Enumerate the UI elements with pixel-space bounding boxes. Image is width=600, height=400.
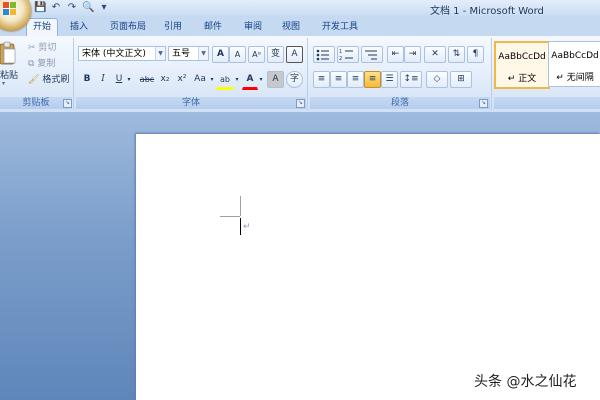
customize-dropdown-icon[interactable]: ▾: [98, 2, 110, 14]
clear-format-button[interactable]: Aᵅ: [248, 46, 265, 63]
copy-icon: ⧉: [28, 59, 35, 69]
save-icon[interactable]: 💾: [34, 2, 46, 14]
chevron-down-icon: ▼: [198, 47, 208, 60]
paragraph-launcher-icon[interactable]: ↘: [479, 99, 488, 108]
tab-page-layout[interactable]: 页面布局: [104, 19, 152, 35]
paragraph-mark: ↵: [243, 222, 251, 232]
numbering-icon[interactable]: 12: [337, 46, 359, 63]
strikethrough-button[interactable]: abc: [137, 71, 157, 88]
margin-marker: [240, 196, 241, 216]
show-marks-icon[interactable]: ¶: [467, 46, 484, 63]
print-preview-icon[interactable]: 🔍: [82, 2, 94, 14]
italic-button[interactable]: I: [96, 71, 110, 88]
multilevel-list-icon[interactable]: [361, 46, 383, 63]
font-name-select[interactable]: 宋体 (中文正文) ▼: [78, 46, 166, 61]
tab-developer[interactable]: 开发工具: [316, 19, 364, 35]
style-name: ↵ 正文: [507, 74, 537, 84]
font-size-select[interactable]: 五号 ▼: [168, 46, 209, 61]
paste-icon[interactable]: [0, 40, 18, 70]
group-divider: [307, 38, 308, 110]
tab-references[interactable]: 引用: [158, 19, 188, 35]
tab-mailings[interactable]: 邮件: [198, 19, 228, 35]
font-name-value: 宋体 (中文正文): [82, 49, 146, 59]
justify-icon[interactable]: ≡: [364, 71, 381, 88]
font-size-value: 五号: [172, 49, 191, 59]
borders-icon[interactable]: ⊞: [450, 71, 472, 88]
office-logo-icon: [3, 2, 16, 15]
chevron-down-icon[interactable]: ▾: [256, 71, 266, 88]
ribbon-tabs: 开始 插入 页面布局 引用 邮件 审阅 视图 开发工具: [0, 16, 600, 37]
tab-view[interactable]: 视图: [276, 19, 306, 35]
text-cursor: [240, 218, 241, 235]
tab-review[interactable]: 审阅: [238, 19, 268, 35]
style-sample: AaBbCcDd: [498, 52, 546, 62]
svg-text:2: 2: [339, 56, 342, 62]
copy-label: 复制: [37, 59, 56, 69]
enclose-characters-button[interactable]: 字: [286, 71, 303, 88]
align-left-icon[interactable]: ≡: [313, 71, 330, 88]
brush-icon: 🖌: [28, 75, 40, 85]
style-sample: AaBbCcDd: [551, 51, 599, 61]
copy-button[interactable]: ⧉ 复制: [28, 56, 55, 69]
bullets-icon[interactable]: [313, 46, 335, 63]
clipboard-group-label: 剪贴板: [0, 97, 72, 109]
tab-insert[interactable]: 插入: [64, 19, 94, 35]
increase-indent-icon[interactable]: ⇥: [404, 46, 421, 63]
sort-icon[interactable]: ⇅: [448, 46, 465, 63]
align-center-icon[interactable]: ≡: [330, 71, 347, 88]
decrease-indent-icon[interactable]: ⇤: [387, 46, 404, 63]
document-page[interactable]: [136, 134, 600, 400]
ribbon: 粘贴 ▾ ✂ 剪切 ⧉ 复制 🖌 格式刷 剪贴板 ↘ 宋体 (中文正文) ▼ 五…: [0, 36, 600, 113]
redo-icon[interactable]: ↷: [66, 2, 78, 14]
grow-font-button[interactable]: A: [212, 46, 229, 63]
styles-group-label: [494, 97, 600, 109]
clipboard-launcher-icon[interactable]: ↘: [63, 99, 72, 108]
svg-text:1: 1: [339, 49, 342, 55]
style-normal[interactable]: AaBbCcDd ↵ 正文: [494, 41, 550, 89]
shrink-font-button[interactable]: A: [229, 46, 246, 63]
margin-marker: [220, 216, 240, 217]
character-border-button[interactable]: A: [286, 46, 303, 63]
chevron-down-icon[interactable]: ▾: [124, 71, 134, 88]
shading-icon[interactable]: ◇: [426, 71, 448, 88]
subscript-button[interactable]: x₂: [157, 71, 173, 88]
phonetic-guide-button[interactable]: 变: [267, 46, 284, 63]
style-name: ↵ 无间隔: [556, 73, 594, 83]
font-group-label: 字体: [76, 97, 306, 109]
tab-home[interactable]: 开始: [26, 18, 58, 37]
format-painter-label: 格式刷: [42, 75, 70, 85]
window-title: 文档 1 - Microsoft Word: [430, 6, 544, 17]
line-spacing-icon[interactable]: ↕≡: [400, 71, 422, 88]
scissors-icon: ✂: [28, 43, 36, 53]
group-divider: [491, 38, 492, 110]
bold-button[interactable]: B: [80, 71, 94, 88]
align-right-icon[interactable]: ≡: [347, 71, 364, 88]
group-divider: [73, 38, 74, 110]
paste-dropdown-icon[interactable]: ▾: [2, 80, 5, 87]
font-launcher-icon[interactable]: ↘: [296, 99, 305, 108]
cut-label: 剪切: [38, 43, 57, 53]
chevron-down-icon: ▼: [155, 47, 165, 60]
style-no-spacing[interactable]: AaBbCcDd ↵ 无间隔: [548, 41, 600, 87]
paragraph-group-label: 段落: [310, 97, 490, 109]
character-shading-button[interactable]: A: [267, 71, 284, 88]
chevron-down-icon[interactable]: ▾: [232, 71, 242, 88]
watermark: 头条 @水之仙花: [474, 374, 577, 390]
superscript-button[interactable]: x²: [174, 71, 190, 88]
chinese-layout-icon[interactable]: ✕: [424, 46, 446, 63]
undo-icon[interactable]: ↶: [50, 2, 62, 14]
cut-button[interactable]: ✂ 剪切: [28, 40, 56, 53]
format-painter-button[interactable]: 🖌 格式刷: [28, 72, 69, 85]
distributed-icon[interactable]: ☰: [381, 71, 398, 88]
